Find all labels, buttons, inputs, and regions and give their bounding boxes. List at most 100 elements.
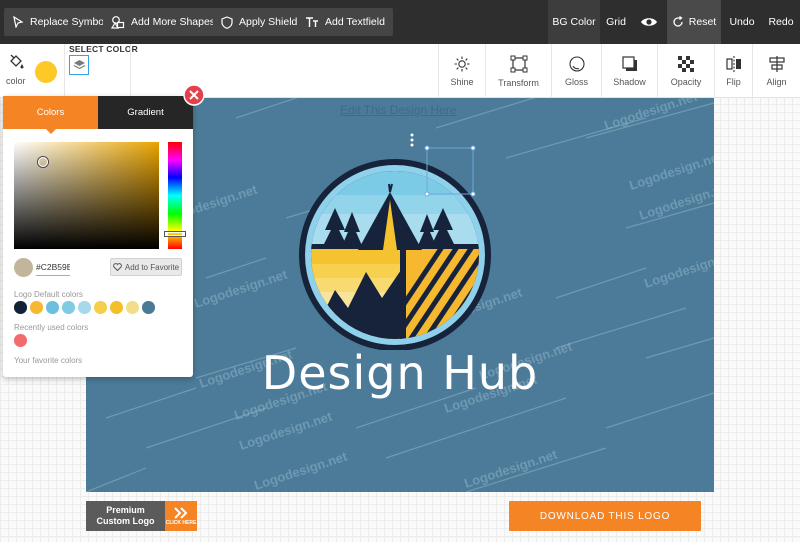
redo-label: Redo	[768, 16, 794, 28]
tab-gradient[interactable]: Gradient	[98, 96, 193, 129]
preview-button[interactable]	[632, 0, 666, 44]
logo-emblem[interactable]	[290, 140, 530, 350]
tab-gradient-label: Gradient	[127, 107, 164, 118]
shadow-tool[interactable]: Shadow	[601, 44, 657, 98]
align-label: Align	[766, 76, 787, 87]
download-logo-button[interactable]: DOWNLOAD THIS LOGO	[509, 501, 701, 531]
top-toolbar: Replace Symbol Add More Shapes Apply Shi…	[0, 0, 800, 44]
transform-tool[interactable]: Transform	[485, 44, 551, 98]
eye-icon	[641, 18, 657, 26]
shine-label: Shine	[450, 76, 474, 87]
opacity-tool[interactable]: Opacity	[657, 44, 714, 98]
brand-name-text[interactable]: Design Hub	[250, 350, 550, 396]
divider	[130, 44, 131, 98]
watermark-text: Logodesign.net	[462, 446, 559, 490]
layer-select-button[interactable]	[69, 55, 89, 75]
gloss-icon	[568, 55, 585, 72]
watermark-text: Logodesign.net	[627, 148, 714, 192]
grid-button[interactable]: Grid	[600, 0, 632, 44]
watermark-text: Logodesign.net	[642, 246, 714, 290]
redo-button[interactable]: Redo	[762, 0, 800, 44]
flip-icon	[725, 55, 741, 72]
color-swatch[interactable]	[14, 334, 27, 347]
tab-colors[interactable]: Colors	[3, 96, 98, 129]
add-to-favorite-label: Add to Favorite	[124, 262, 180, 272]
shadow-label: Shadow	[613, 76, 646, 87]
color-picker-popover: Colors Gradient Add to Favorite Logo Def…	[3, 84, 205, 377]
saturation-handle[interactable]	[38, 157, 48, 167]
click-here-label: CLICK HERE	[165, 519, 197, 526]
bg-color-label: BG Color	[552, 16, 596, 28]
shapes-icon	[111, 16, 125, 29]
download-label: DOWNLOAD THIS LOGO	[539, 510, 671, 522]
close-icon[interactable]	[183, 84, 205, 106]
grid-label: Grid	[606, 16, 626, 28]
add-textfield-label: Add Textfield	[325, 16, 385, 28]
add-textfield-button[interactable]: Add Textfield	[297, 8, 393, 36]
logo-default-swatches	[14, 301, 155, 314]
flip-label: Flip	[726, 76, 741, 87]
watermark-text: Logodesign.net	[637, 178, 714, 222]
shield-icon	[221, 15, 233, 29]
checkerboard-icon	[678, 55, 694, 72]
premium-line2: Custom Logo	[96, 516, 155, 526]
hex-input[interactable]	[36, 259, 70, 276]
text-icon	[306, 17, 318, 27]
apply-shield-label: Apply Shield	[239, 16, 298, 28]
logo-defaults-label: Logo Default colors	[14, 290, 83, 299]
transform-icon	[510, 55, 527, 72]
heart-icon	[112, 263, 122, 271]
color-swatch[interactable]	[78, 301, 91, 314]
more-options-icon[interactable]	[409, 133, 415, 147]
divider	[64, 44, 65, 98]
watermark-text: Logodesign.net	[192, 266, 289, 310]
paint-bucket-icon	[10, 54, 24, 69]
select-color-label: SELECT COLOR	[69, 44, 138, 54]
color-swatch[interactable]	[46, 301, 59, 314]
reset-label: Reset	[688, 16, 717, 28]
add-shapes-label: Add More Shapes	[131, 16, 216, 28]
replace-symbol-button[interactable]: Replace Symbol	[4, 8, 115, 36]
edit-design-link[interactable]: Edit This Design Here	[340, 103, 457, 117]
reset-button[interactable]: Reset	[667, 0, 721, 44]
shadow-icon	[621, 55, 637, 71]
add-to-favorite-button[interactable]: Add to Favorite	[110, 258, 182, 276]
replace-symbol-label: Replace Symbol	[30, 16, 107, 28]
color-swatch[interactable]	[14, 301, 27, 314]
watermark-text: Logodesign.net	[237, 408, 334, 452]
undo-button[interactable]: Undo	[724, 0, 760, 44]
gloss-label: Gloss	[564, 76, 588, 87]
color-swatch[interactable]	[126, 301, 139, 314]
layers-icon	[73, 60, 85, 70]
hue-slider-handle[interactable]	[165, 232, 185, 236]
tab-indicator	[46, 129, 56, 134]
watermark-text: Logodesign.net	[252, 448, 349, 492]
color-swatch[interactable]	[142, 301, 155, 314]
current-color-swatch[interactable]	[35, 61, 57, 83]
premium-custom-logo-button[interactable]: Premium Custom Logo CLICK HERE	[86, 501, 197, 531]
align-icon	[768, 55, 785, 72]
shine-tool[interactable]: Shine	[438, 44, 485, 98]
apply-shield-button[interactable]: Apply Shield	[213, 8, 306, 36]
reset-icon	[673, 16, 683, 27]
color-swatch[interactable]	[62, 301, 75, 314]
opacity-label: Opacity	[670, 76, 702, 87]
sub-toolbar: color SELECT COLOR Shine Transform Gloss…	[0, 44, 800, 98]
bg-color-button[interactable]: BG Color	[548, 0, 600, 44]
favorite-colors-label: Your favorite colors	[14, 356, 83, 365]
transform-label: Transform	[498, 77, 539, 88]
color-swatch[interactable]	[94, 301, 107, 314]
gloss-tool[interactable]: Gloss	[551, 44, 601, 98]
premium-label: Premium Custom Logo	[86, 501, 165, 531]
add-shapes-button[interactable]: Add More Shapes	[103, 8, 224, 36]
sun-icon	[454, 56, 470, 71]
align-tool[interactable]: Align	[752, 44, 800, 98]
double-chevron-icon	[174, 506, 188, 519]
saturation-value-picker[interactable]	[14, 142, 159, 249]
click-here-badge: CLICK HERE	[165, 501, 197, 531]
color-swatch[interactable]	[30, 301, 43, 314]
flip-tool[interactable]: Flip	[714, 44, 752, 98]
color-swatch[interactable]	[110, 301, 123, 314]
recent-color-swatches	[14, 334, 27, 347]
premium-line1: Premium	[106, 505, 145, 515]
